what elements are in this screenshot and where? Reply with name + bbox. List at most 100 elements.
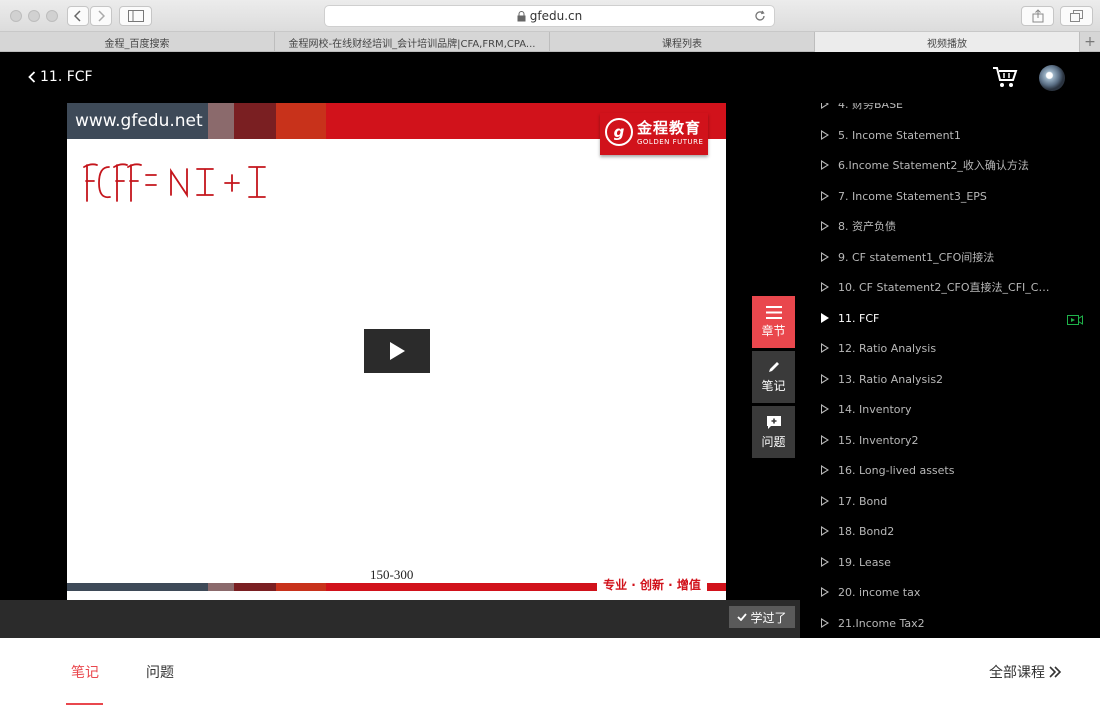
chapter-label: 13. Ratio Analysis2 [838,372,944,386]
chapter-item[interactable]: 15. Inventory2 [821,430,919,450]
chapter-item[interactable]: 6.Income Statement2_收入确认方法 [821,155,1029,175]
play-outline-icon [821,557,829,567]
chapter-label: 15. Inventory2 [838,433,919,447]
chapter-item[interactable]: 5. Income Statement1 [821,125,961,145]
forward-nav-button[interactable] [90,6,112,26]
chapter-label: 6.Income Statement2_收入确认方法 [838,159,1029,172]
play-outline-icon [821,160,829,170]
color-block [234,103,276,139]
play-outline-icon [821,465,829,475]
color-block [276,103,326,139]
chapter-label: 9. CF statement1_CFO间接法 [838,251,995,264]
double-chevron-right-icon [1049,666,1062,678]
notes-label: 笔记 [761,379,786,393]
chapter-item[interactable]: 4. 财务BASE [821,103,903,114]
golden-future-logo-icon: g [605,118,633,146]
chapter-label: 10. CF Statement2_CFO直接法_CFI_C… [838,281,1050,294]
play-outline-icon [821,404,829,414]
play-outline-icon [821,587,829,597]
questions-button[interactable]: 问题 [752,406,795,458]
sidebar-toggle-button[interactable] [119,6,152,26]
address-text: gfedu.cn [529,9,583,23]
chapter-item-active[interactable]: 11. FCF [821,308,879,328]
play-outline-icon [821,343,829,353]
play-outline-icon [821,191,829,201]
chapter-label: 21.Income Tax2 [838,616,925,630]
minimize-window-button[interactable] [28,10,40,22]
chapter-item[interactable]: 19. Lease [821,552,891,572]
share-button[interactable] [1021,6,1054,26]
chapter-list: 4. 财务BASE 5. Income Statement1 6.Income … [800,103,1100,638]
back-to-course-button[interactable]: 11. FCF [28,69,93,85]
play-outline-icon [821,496,829,506]
back-nav-button[interactable] [67,6,89,26]
new-tab-button[interactable]: + [1080,32,1100,52]
chapter-item[interactable]: 12. Ratio Analysis [821,338,936,358]
browser-toolbar: gfedu.cn [0,0,1100,32]
browser-tab[interactable]: 金程网校-在线财经培训_会计培训品牌|CFA,FRM,CPA... [275,32,550,52]
chapter-item[interactable]: 13. Ratio Analysis2 [821,369,943,389]
play-icon [390,342,405,360]
cart-icon[interactable] [992,66,1018,88]
browser-tab-label: 金程_百度搜索 [104,38,170,50]
share-icon [1032,9,1043,23]
chapters-toggle-button[interactable]: 章节 [752,296,795,348]
chapter-item[interactable]: 7. Income Statement3_EPS [821,186,987,206]
all-courses-link[interactable]: 全部课程 [989,662,1062,682]
slide-website: www.gfedu.net [67,103,208,139]
browser-tab[interactable]: 金程_百度搜索 [0,32,275,52]
chapter-item[interactable]: 14. Inventory [821,399,912,419]
browser-tab-label: 金程网校-在线财经培训_会计培训品牌|CFA,FRM,CPA... [288,38,536,50]
questions-label: 问题 [761,434,786,449]
lecture-slide: www.gfedu.net g 金程教育 GOLDEN FUTURE 150-3… [67,103,726,600]
mark-learned-button[interactable]: 学过了 [729,606,795,628]
sidebar-icon [127,10,144,22]
chapter-item[interactable]: 17. Bond [821,491,887,511]
video-player[interactable]: www.gfedu.net g 金程教育 GOLDEN FUTURE 150-3… [0,103,800,600]
chapter-label: 17. Bond [838,494,888,508]
brand-logo: g 金程教育 GOLDEN FUTURE [600,113,708,155]
chapter-item[interactable]: 10. CF Statement2_CFO直接法_CFI_C… [821,277,1049,297]
user-avatar[interactable] [1039,65,1065,91]
chapter-item[interactable]: 20. income tax [821,582,920,602]
browser-tab[interactable]: 课程列表 [550,32,815,52]
browser-tab-bar: 金程_百度搜索 金程网校-在线财经培训_会计培训品牌|CFA,FRM,CPA..… [0,32,1100,52]
close-window-button[interactable] [10,10,22,22]
address-bar[interactable]: gfedu.cn [324,5,775,27]
chapter-label: 4. 财务BASE [838,103,903,111]
browser-tab-label: 课程列表 [662,38,702,50]
player-control-bar [0,600,800,638]
play-outline-icon [821,130,829,140]
chapter-item[interactable]: 21.Income Tax2 [821,613,925,633]
chapter-item[interactable]: 18. Bond2 [821,521,894,541]
video-playing-icon [1067,315,1083,325]
chapter-item[interactable]: 16. Long-lived assets [821,460,954,480]
chapter-item[interactable]: 9. CF statement1_CFO间接法 [821,247,994,267]
chapter-item[interactable]: 8. 资产负债 [821,216,896,236]
play-outline-icon [821,252,829,262]
chevron-right-icon [98,10,105,22]
handwritten-formula [83,163,266,202]
chapter-label: 11. FCF [838,311,880,325]
play-button[interactable] [364,329,430,373]
zoom-window-button[interactable] [46,10,58,22]
menu-icon [765,305,782,319]
play-filled-icon [821,313,829,323]
player-header: 11. FCF [0,52,1100,103]
tab-questions[interactable]: 问题 [146,662,174,682]
all-courses-label: 全部课程 [989,665,1045,681]
check-icon [737,613,748,621]
brand-name-en: GOLDEN FUTURE [637,138,704,146]
chapter-label: 7. Income Statement3_EPS [838,189,987,203]
tabs-overview-button[interactable] [1060,6,1093,26]
browser-tab-active[interactable]: 视频播放 [815,32,1080,52]
play-outline-icon [821,526,829,536]
notes-button[interactable]: 笔记 [752,351,795,403]
play-outline-icon [821,103,829,109]
tab-notes[interactable]: 笔记 [71,662,99,682]
reload-icon[interactable] [754,10,766,22]
slide-slogan: 专业 · 创新 · 增值 [597,575,707,593]
chapter-label: 12. Ratio Analysis [838,341,937,355]
bottom-tab-bar: 笔记 问题 全部课程 [0,638,1100,705]
lesson-title: 11. FCF [40,69,93,85]
